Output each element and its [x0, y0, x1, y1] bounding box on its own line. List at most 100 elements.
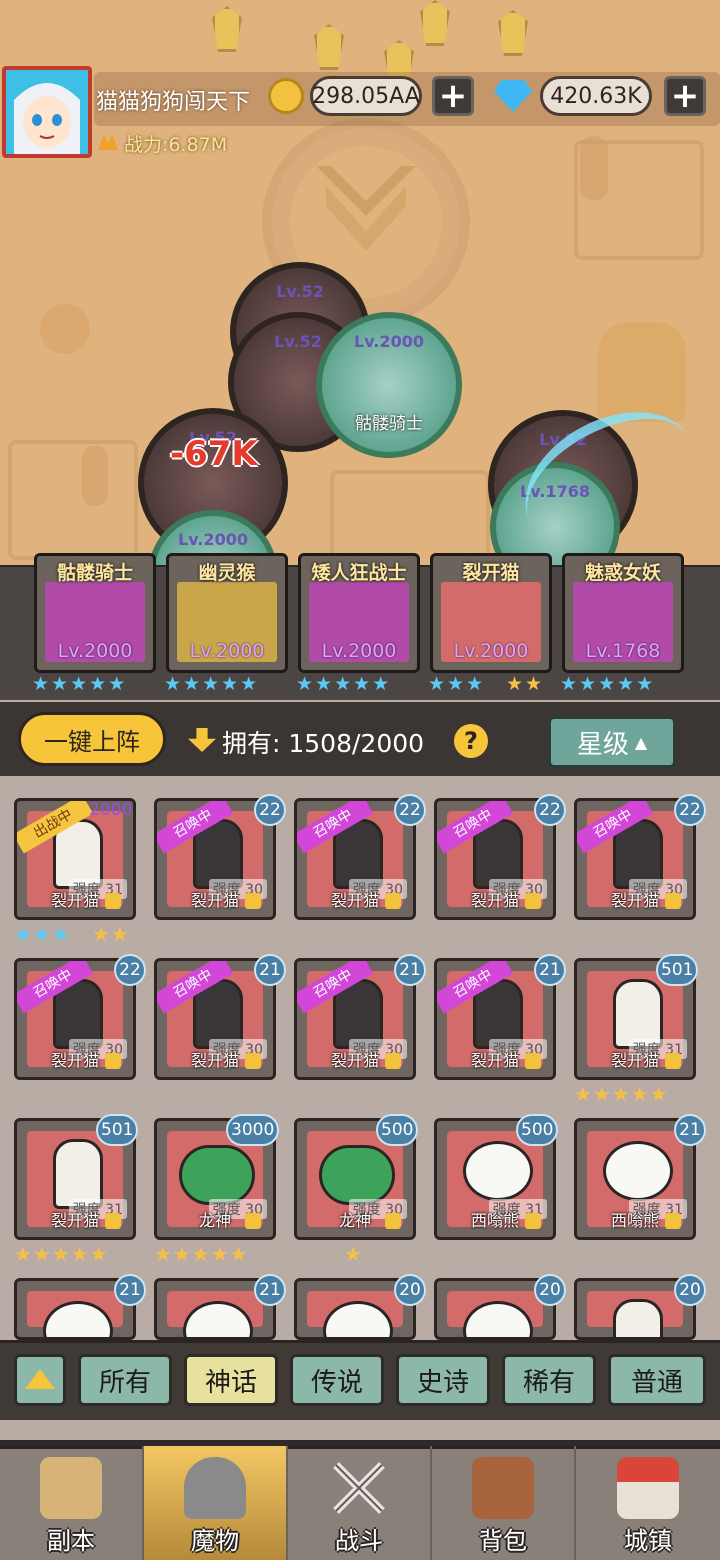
- lock-icon: [245, 1053, 261, 1069]
- owned-count: 拥有: 1508/2000: [222, 729, 425, 758]
- shop-building-icon: [617, 1457, 679, 1519]
- token-name: 骷髅骑士: [355, 414, 423, 434]
- sort-arrow-icon: ▲: [634, 732, 648, 752]
- monster-stars-gold: ★★★★★: [154, 1242, 249, 1266]
- crystal-decoration: [420, 0, 450, 46]
- team-name: 裂开猫: [462, 562, 520, 584]
- nav-label: 魔物: [191, 1527, 239, 1555]
- dragon-figure: [319, 1145, 395, 1205]
- team-level: Lv.1768: [585, 640, 661, 662]
- lock-icon: [525, 1213, 541, 1229]
- token-level: Lv.2000: [354, 332, 424, 351]
- level-badge: 501: [656, 954, 699, 986]
- hero-token: Lv.2000 骷髅骑士: [316, 312, 462, 458]
- level-badge: 22: [534, 794, 566, 826]
- sort-button[interactable]: 星级 ▲: [548, 716, 676, 768]
- building-outline: [8, 440, 138, 560]
- team-slot[interactable]: 裂开猫 Lv.2000: [430, 553, 552, 673]
- team-level: Lv.2000: [57, 640, 133, 662]
- gold-coin-icon: [268, 78, 304, 114]
- monster-stars-gold: ★★★★★: [14, 1242, 109, 1266]
- nav-backpack[interactable]: 背包: [432, 1446, 576, 1560]
- cat-statue-icon: [598, 322, 686, 422]
- token-level: Lv.52: [276, 282, 324, 301]
- level-badge: 20: [534, 1274, 566, 1306]
- lock-icon: [245, 1213, 261, 1229]
- level-badge: 20: [674, 1274, 706, 1306]
- lock-icon: [105, 1053, 121, 1069]
- nav-town[interactable]: 城镇: [576, 1446, 720, 1560]
- level-badge: 21: [394, 954, 426, 986]
- team-stars-gold: ★★: [506, 673, 545, 695]
- crystal-decoration: [314, 24, 344, 70]
- level-badge: 21: [534, 954, 566, 986]
- filter-common[interactable]: 普通: [608, 1354, 706, 1406]
- team-stars: ★★★★★: [560, 673, 656, 695]
- auto-deploy-button[interactable]: 一键上阵: [18, 712, 166, 766]
- token-level: Lv.2000: [178, 530, 248, 549]
- team-name: 魅惑女妖: [584, 562, 661, 584]
- backpack-icon: [472, 1457, 534, 1519]
- monster-stars: ★★★: [14, 922, 71, 946]
- help-icon[interactable]: ?: [454, 724, 488, 758]
- level-badge: 500: [376, 1114, 419, 1146]
- cat-girl-avatar-icon: [6, 70, 88, 154]
- nav-label: 战斗: [335, 1527, 383, 1555]
- team-slot[interactable]: 矮人狂战士 Lv.2000: [298, 553, 420, 673]
- collapse-up-icon[interactable]: [14, 1354, 66, 1406]
- level-badge: 501: [96, 1114, 139, 1146]
- level-badge: 22: [254, 794, 286, 826]
- filter-legend[interactable]: 传说: [290, 1354, 384, 1406]
- nav-label: 背包: [479, 1527, 527, 1555]
- nav-label: 城镇: [624, 1527, 672, 1555]
- team-stars: ★★★: [428, 673, 486, 695]
- level-badge: 3000: [226, 1114, 280, 1146]
- filter-rare[interactable]: 稀有: [502, 1354, 596, 1406]
- team-slot[interactable]: 幽灵猴 Lv.2000: [166, 553, 288, 673]
- panda-figure: [463, 1141, 533, 1201]
- lock-icon: [665, 893, 681, 909]
- monster-stars-gold: ★: [344, 1242, 363, 1266]
- team-level: Lv.2000: [453, 640, 529, 662]
- team-name: 幽灵猴: [198, 562, 256, 584]
- dragon-figure: [179, 1145, 255, 1205]
- cactus-icon: [82, 446, 108, 506]
- combat-power: 战力:6.87M: [96, 130, 227, 157]
- level-badge: 22: [674, 794, 706, 826]
- level-badge: 2000: [89, 800, 133, 820]
- level-badge: 20: [394, 1274, 426, 1306]
- crystal-decoration: [498, 10, 528, 56]
- level-badge: 22: [394, 794, 426, 826]
- nav-dungeon[interactable]: 副本: [0, 1446, 144, 1560]
- gold-amount: 298.05AA: [310, 76, 422, 116]
- filter-epic[interactable]: 史诗: [396, 1354, 490, 1406]
- cat-figure: [613, 1299, 663, 1337]
- gem-amount: 420.63K: [540, 76, 652, 116]
- lock-icon: [525, 1053, 541, 1069]
- monster-stars-gold: ★★★★★: [574, 1082, 669, 1106]
- team-slot[interactable]: 魅惑女妖 Lv.1768: [562, 553, 684, 673]
- monster-helmet-icon: [184, 1457, 246, 1519]
- level-badge: 21: [254, 1274, 286, 1306]
- lock-icon: [245, 893, 261, 909]
- nav-monster[interactable]: 魔物: [144, 1446, 288, 1560]
- crossed-swords-emblem-icon: [316, 166, 416, 251]
- add-gem-button[interactable]: +: [664, 76, 706, 116]
- player-avatar[interactable]: [2, 66, 92, 158]
- crystal-decoration: [212, 6, 242, 52]
- add-gold-button[interactable]: +: [432, 76, 474, 116]
- team-slot[interactable]: 骷髅骑士 Lv.2000: [34, 553, 156, 673]
- nav-battle[interactable]: 战斗: [288, 1446, 432, 1560]
- lock-icon: [385, 1053, 401, 1069]
- level-badge: 500: [516, 1114, 559, 1146]
- team-level: Lv.2000: [189, 640, 265, 662]
- team-stars: ★★★★★: [164, 673, 260, 695]
- team-name: 矮人狂战士: [311, 562, 407, 584]
- filter-mythic[interactable]: 神话: [184, 1354, 278, 1406]
- level-badge: 22: [114, 954, 146, 986]
- map-icon: [40, 1457, 102, 1519]
- filter-all[interactable]: 所有: [78, 1354, 172, 1406]
- panda-figure: [603, 1141, 673, 1201]
- team-stars: ★★★★★: [32, 673, 128, 695]
- team-stars: ★★★★★: [296, 673, 392, 695]
